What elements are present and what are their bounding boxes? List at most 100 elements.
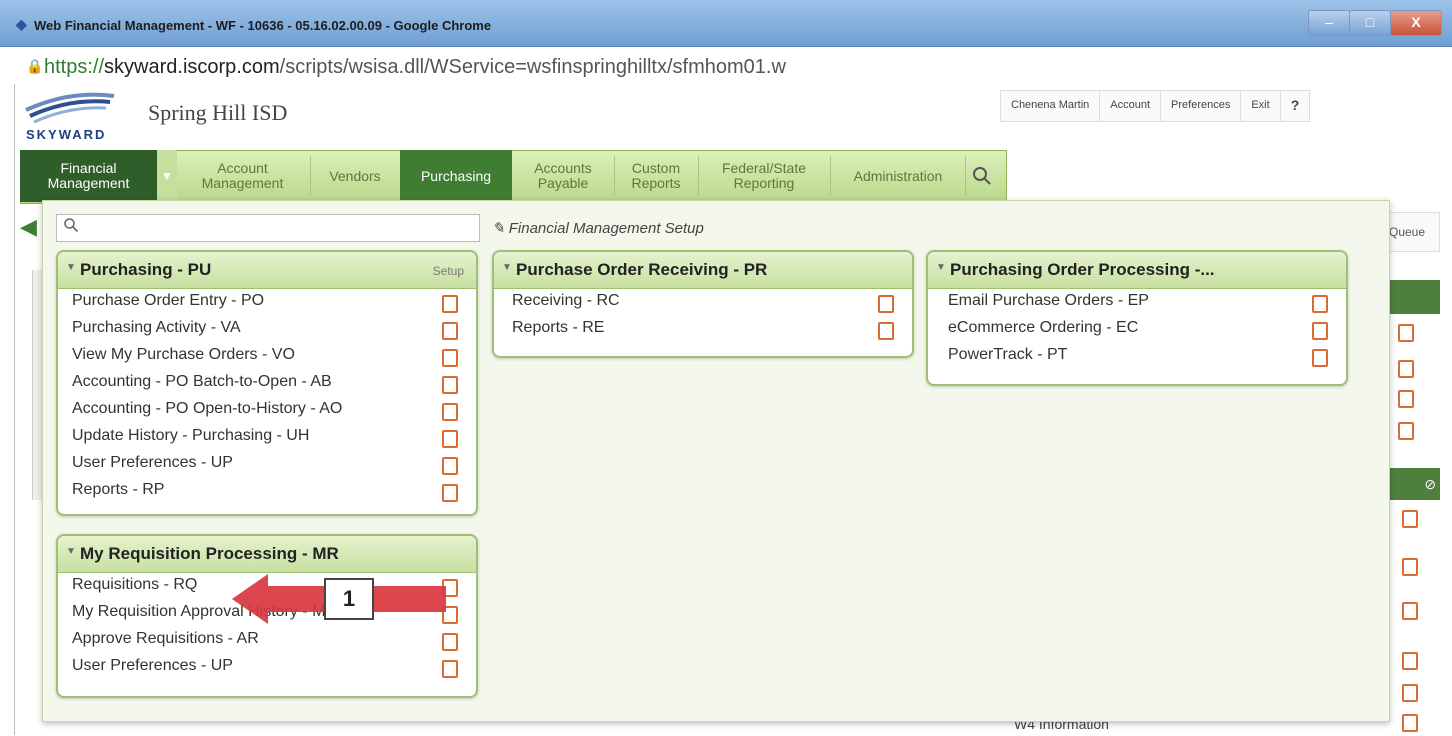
group-header[interactable]: ▼ My Requisition Processing - MR: [58, 536, 476, 573]
menu-item-reports[interactable]: Reports - RE: [494, 316, 912, 343]
file-icon[interactable]: [442, 349, 458, 367]
file-icon[interactable]: [1402, 714, 1418, 732]
svg-text:SKYWARD: SKYWARD: [26, 127, 106, 142]
group-purchase-order-receiving: ▼ Purchase Order Receiving - PR Receivin…: [492, 250, 914, 358]
file-icon[interactable]: [878, 295, 894, 313]
financial-management-setup-link[interactable]: ✎ Financial Management Setup: [492, 219, 704, 237]
nav-divider: [830, 156, 831, 196]
nav-divider: [310, 156, 311, 196]
tab-label: Accounts: [534, 160, 592, 176]
menu-item-purchase-order-entry[interactable]: Purchase Order Entry - PO: [58, 289, 476, 316]
collapse-arrow-icon[interactable]: ▼: [66, 262, 76, 273]
tab-account-management[interactable]: Account Management: [180, 150, 305, 202]
item-label: Approve Requisitions - AR: [72, 630, 259, 647]
collapse-arrow-icon[interactable]: ▼: [502, 262, 512, 273]
file-icon[interactable]: [1398, 360, 1414, 378]
queue-button[interactable]: Queue: [1388, 212, 1440, 252]
search-icon[interactable]: [972, 166, 992, 186]
file-icon[interactable]: [1402, 558, 1418, 576]
tab-label: Payable: [537, 175, 589, 191]
file-icon[interactable]: [1402, 652, 1418, 670]
url-path: /scripts/wsisa.dll/WService=wsfinspringh…: [279, 56, 786, 78]
tab-label: Reporting: [733, 175, 795, 191]
tab-financial-management[interactable]: Financial Management: [20, 150, 157, 202]
minimize-button[interactable]: –: [1308, 10, 1350, 36]
menu-item-user-preferences[interactable]: User Preferences - UP: [58, 654, 476, 681]
item-label: User Preferences - UP: [72, 657, 233, 674]
menu-item-powertrack[interactable]: PowerTrack - PT: [928, 343, 1346, 370]
item-label: User Preferences - UP: [72, 454, 233, 471]
exit-link[interactable]: Exit: [1241, 91, 1281, 121]
group-title: My Requisition Processing - MR: [80, 544, 339, 563]
tab-purchasing[interactable]: Purchasing: [400, 150, 512, 202]
file-icon[interactable]: [1312, 295, 1328, 313]
menu-item-ecommerce-ordering[interactable]: eCommerce Ordering - EC: [928, 316, 1346, 343]
nav-divider: [614, 156, 615, 196]
file-icon[interactable]: [442, 660, 458, 678]
file-icon[interactable]: [1312, 349, 1328, 367]
menu-item-user-preferences[interactable]: User Preferences - UP: [58, 451, 476, 478]
file-icon[interactable]: [442, 430, 458, 448]
file-icon[interactable]: [1402, 684, 1418, 702]
tab-label: Financial: [60, 160, 117, 176]
group-header[interactable]: ▼ Purchasing Order Processing -...: [928, 252, 1346, 289]
file-icon[interactable]: [442, 322, 458, 340]
item-label: Accounting - PO Open-to-History - AO: [72, 400, 343, 417]
user-name[interactable]: Chenena Martin: [1001, 91, 1101, 121]
nav-divider: [698, 156, 699, 196]
menu-item-po-open-to-history[interactable]: Accounting - PO Open-to-History - AO: [58, 397, 476, 424]
tab-label: Custom: [631, 160, 681, 176]
group-setup-link[interactable]: Setup: [433, 264, 464, 278]
menu-item-reports[interactable]: Reports - RP: [58, 478, 476, 505]
file-icon[interactable]: [1398, 390, 1414, 408]
file-icon[interactable]: [442, 376, 458, 394]
setup-link-label: Financial Management Setup: [508, 220, 704, 237]
chevron-down-icon[interactable]: ▼: [157, 150, 177, 202]
file-icon[interactable]: [1402, 510, 1418, 528]
right-panel-header: [1388, 280, 1440, 314]
back-arrow-icon[interactable]: ◀: [20, 214, 44, 244]
group-header[interactable]: ▼ Purchase Order Receiving - PR: [494, 252, 912, 289]
file-icon[interactable]: [442, 295, 458, 313]
tab-vendors[interactable]: Vendors: [312, 150, 398, 202]
menu-item-receiving[interactable]: Receiving - RC: [494, 289, 912, 316]
file-icon[interactable]: [442, 457, 458, 475]
file-icon[interactable]: [1402, 602, 1418, 620]
menu-search-input[interactable]: [56, 214, 480, 242]
group-title: Purchase Order Receiving - PR: [516, 260, 768, 279]
file-icon[interactable]: [1398, 324, 1414, 342]
file-icon[interactable]: [1312, 322, 1328, 340]
tab-federal-state-reporting[interactable]: Federal/State Reporting: [700, 150, 828, 202]
url-text[interactable]: https://skyward.iscorp.com/scripts/wsisa…: [44, 56, 786, 79]
file-icon[interactable]: [442, 403, 458, 421]
collapse-arrow-icon[interactable]: ▼: [936, 262, 946, 273]
help-button[interactable]: ?: [1281, 91, 1310, 121]
account-link[interactable]: Account: [1100, 91, 1162, 121]
menu-item-view-my-purchase-orders[interactable]: View My Purchase Orders - VO: [58, 343, 476, 370]
preferences-link[interactable]: Preferences: [1161, 91, 1242, 121]
tab-accounts-payable[interactable]: Accounts Payable: [514, 150, 612, 202]
tab-label: Federal/State: [721, 160, 807, 176]
item-label: PowerTrack - PT: [948, 346, 1068, 363]
tab-administration[interactable]: Administration: [832, 150, 964, 202]
tab-label: Account: [217, 160, 268, 176]
file-icon[interactable]: [442, 484, 458, 502]
item-label: View My Purchase Orders - VO: [72, 346, 295, 363]
close-button[interactable]: X: [1390, 10, 1442, 36]
item-label: Email Purchase Orders - EP: [948, 292, 1149, 309]
menu-item-purchasing-activity[interactable]: Purchasing Activity - VA: [58, 316, 476, 343]
tab-custom-reports[interactable]: Custom Reports: [616, 150, 696, 202]
collapse-arrow-icon[interactable]: ▼: [66, 546, 76, 557]
maximize-button[interactable]: □: [1349, 10, 1391, 36]
menu-item-update-history[interactable]: Update History - Purchasing - UH: [58, 424, 476, 451]
menu-item-email-purchase-orders[interactable]: Email Purchase Orders - EP: [928, 289, 1346, 316]
skyward-logo: SKYWARD: [24, 92, 115, 142]
menu-item-po-batch-to-open[interactable]: Accounting - PO Batch-to-Open - AB: [58, 370, 476, 397]
file-icon[interactable]: [442, 633, 458, 651]
file-icon[interactable]: [1398, 422, 1414, 440]
file-icon[interactable]: [878, 322, 894, 340]
group-header[interactable]: ▼ Purchasing - PU Setup: [58, 252, 476, 289]
tab-label: Purchasing: [420, 167, 492, 184]
menu-item-approve-requisitions[interactable]: Approve Requisitions - AR: [58, 627, 476, 654]
right-panel-header-2: ⊘: [1388, 468, 1440, 500]
